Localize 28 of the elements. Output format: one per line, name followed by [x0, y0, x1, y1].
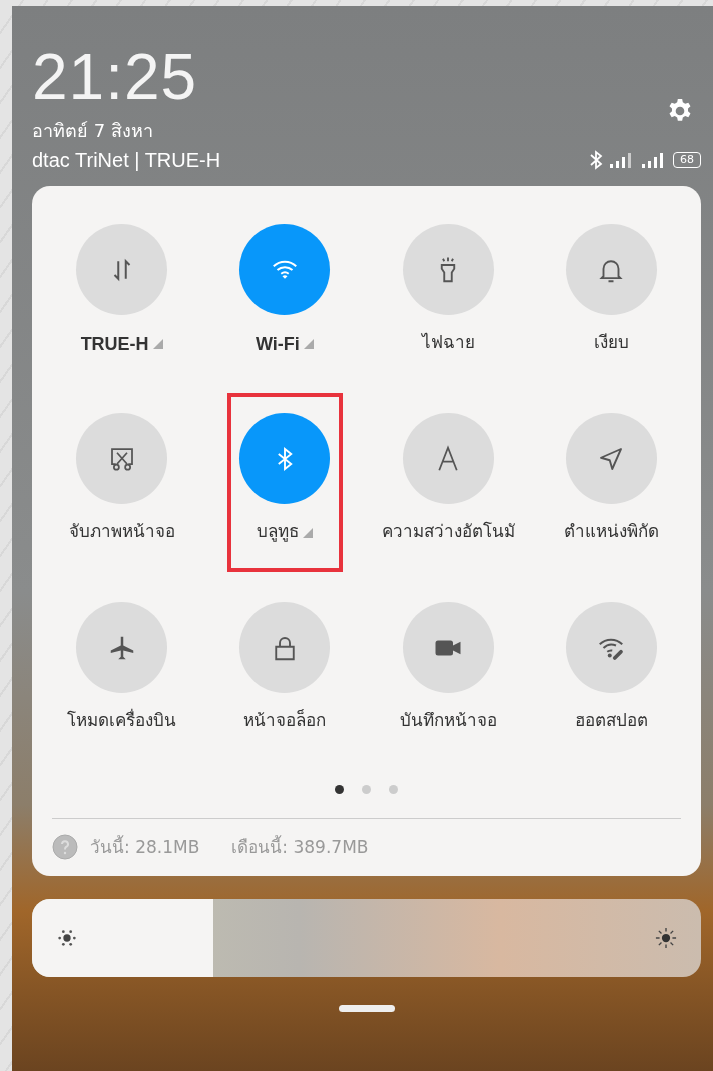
bluetooth-icon — [589, 150, 603, 170]
tile-label: ความสว่างอัตโนมั — [381, 520, 515, 543]
tile-label: Wi-Fi — [255, 334, 300, 355]
date-text: อาทิตย์ 7 สิงหา — [32, 119, 154, 143]
tile-label: TRUE-H — [80, 334, 149, 355]
tile-label: ฮอตสปอต — [574, 709, 648, 732]
page-dot[interactable] — [389, 785, 398, 794]
tile-label: บลูทูธ — [256, 520, 299, 544]
month-usage: เดือนนี้: 389.7MB — [231, 834, 369, 859]
page-dot[interactable] — [362, 785, 371, 794]
dim-sun-icon — [56, 927, 78, 949]
help-icon[interactable] — [52, 833, 78, 860]
tile-label: ตำแหน่งพิกัด — [563, 520, 659, 543]
tile-label: ไฟฉาย — [421, 331, 475, 354]
settings-icon[interactable] — [667, 98, 693, 124]
bright-sun-icon — [655, 927, 677, 949]
battery-indicator: 68 — [673, 152, 701, 168]
tile-label: จับภาพหน้าจอ — [68, 520, 175, 543]
tile-label: เงียบ — [593, 331, 629, 354]
tile-label: โหมดเครื่องบิน — [67, 707, 177, 732]
carrier-text: dtac TriNet | TRUE-H — [32, 149, 221, 172]
today-usage: วันนี้: 28.1MB — [90, 834, 200, 859]
page-dot[interactable] — [335, 785, 344, 794]
drag-handle[interactable] — [338, 1005, 395, 1012]
tile-label: หน้าจอล็อก — [243, 708, 327, 732]
clock-time: 21:25 — [32, 42, 199, 112]
tile-label: บันทึกหน้าจอ — [399, 709, 497, 732]
brightness-slider[interactable] — [32, 899, 701, 977]
